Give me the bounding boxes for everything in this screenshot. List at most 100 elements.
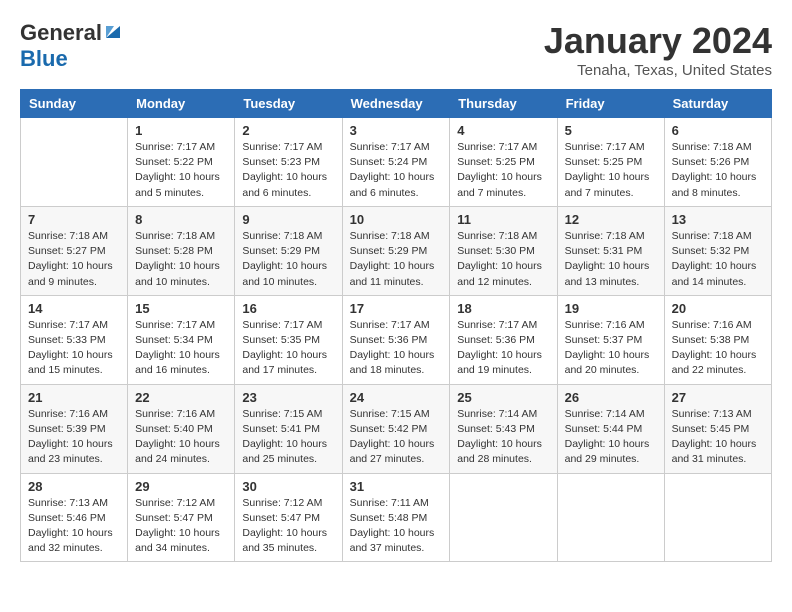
weekday-header-cell: Tuesday	[235, 90, 342, 118]
calendar-day-cell: 24Sunrise: 7:15 AM Sunset: 5:42 PM Dayli…	[342, 384, 450, 473]
day-info: Sunrise: 7:17 AM Sunset: 5:23 PM Dayligh…	[242, 140, 334, 201]
weekday-header-cell: Monday	[128, 90, 235, 118]
calendar-day-cell: 30 Sunrise: 7:12 AM Sunset: 5:47 PM Dayli…	[235, 473, 342, 562]
calendar-day-cell: 10 Sunrise: 7:18 AM Sunset: 5:29 PM Dayli…	[342, 206, 450, 295]
day-info: Sunrise: 7:18 AM Sunset: 5:28 PM Dayligh…	[135, 229, 227, 290]
calendar-day-cell: 1Sunrise: 7:17 AM Sunset: 5:22 PM Daylig…	[128, 118, 235, 207]
day-info: Sunrise: 7:16 AM Sunset: 5:38 PM Dayligh…	[672, 318, 764, 379]
day-number: 8	[135, 212, 227, 227]
calendar-day-cell: 9Sunrise: 7:18 AM Sunset: 5:29 PM Daylig…	[235, 206, 342, 295]
calendar-week-row: 14 Sunrise: 7:17 AM Sunset: 5:33 PM Dayli…	[21, 295, 772, 384]
day-number: 14	[28, 301, 120, 316]
location-title: Tenaha, Texas, United States	[544, 62, 772, 79]
day-number: 20	[672, 301, 764, 316]
weekday-header-row: SundayMondayTuesdayWednesdayThursdayFrid…	[21, 90, 772, 118]
day-number: 25	[457, 390, 549, 405]
day-info: Sunrise: 7:18 AM Sunset: 5:29 PM Dayligh…	[350, 229, 443, 290]
weekday-header-cell: Thursday	[450, 90, 557, 118]
day-number: 26	[565, 390, 657, 405]
day-number: 11	[457, 212, 549, 227]
day-number: 18	[457, 301, 549, 316]
calendar-day-cell: 19Sunrise: 7:16 AM Sunset: 5:37 PM Dayli…	[557, 295, 664, 384]
day-info: Sunrise: 7:17 AM Sunset: 5:35 PM Dayligh…	[242, 318, 334, 379]
calendar-week-row: 7Sunrise: 7:18 AM Sunset: 5:27 PM Daylig…	[21, 206, 772, 295]
calendar-table: SundayMondayTuesdayWednesdayThursdayFrid…	[20, 89, 772, 562]
day-info: Sunrise: 7:18 AM Sunset: 5:26 PM Dayligh…	[672, 140, 764, 201]
day-number: 17	[350, 301, 443, 316]
calendar-day-cell: 31 Sunrise: 7:11 AM Sunset: 5:48 PM Dayli…	[342, 473, 450, 562]
calendar-day-cell: 27 Sunrise: 7:13 AM Sunset: 5:45 PM Dayli…	[664, 384, 771, 473]
weekday-header-cell: Saturday	[664, 90, 771, 118]
calendar-day-cell: 14 Sunrise: 7:17 AM Sunset: 5:33 PM Dayli…	[21, 295, 128, 384]
calendar-day-cell	[21, 118, 128, 207]
calendar-day-cell: 21Sunrise: 7:16 AM Sunset: 5:39 PM Dayli…	[21, 384, 128, 473]
calendar-day-cell: 11Sunrise: 7:18 AM Sunset: 5:30 PM Dayli…	[450, 206, 557, 295]
calendar-day-cell	[450, 473, 557, 562]
day-info: Sunrise: 7:16 AM Sunset: 5:37 PM Dayligh…	[565, 318, 657, 379]
day-info: Sunrise: 7:17 AM Sunset: 5:34 PM Dayligh…	[135, 318, 227, 379]
calendar-day-cell: 25 Sunrise: 7:14 AM Sunset: 5:43 PM Dayli…	[450, 384, 557, 473]
day-info: Sunrise: 7:16 AM Sunset: 5:39 PM Dayligh…	[28, 407, 120, 468]
day-info: Sunrise: 7:17 AM Sunset: 5:36 PM Dayligh…	[350, 318, 443, 379]
calendar-day-cell	[664, 473, 771, 562]
day-number: 6	[672, 123, 764, 138]
day-number: 22	[135, 390, 227, 405]
day-info: Sunrise: 7:13 AM Sunset: 5:45 PM Dayligh…	[672, 407, 764, 468]
day-number: 4	[457, 123, 549, 138]
day-info: Sunrise: 7:11 AM Sunset: 5:48 PM Dayligh…	[350, 496, 443, 557]
calendar-day-cell: 15 Sunrise: 7:17 AM Sunset: 5:34 PM Dayli…	[128, 295, 235, 384]
logo: General Blue	[20, 20, 122, 72]
day-info: Sunrise: 7:14 AM Sunset: 5:43 PM Dayligh…	[457, 407, 549, 468]
calendar-day-cell: 7Sunrise: 7:18 AM Sunset: 5:27 PM Daylig…	[21, 206, 128, 295]
calendar-day-cell	[557, 473, 664, 562]
calendar-day-cell: 3Sunrise: 7:17 AM Sunset: 5:24 PM Daylig…	[342, 118, 450, 207]
day-number: 23	[242, 390, 334, 405]
calendar-body: 1Sunrise: 7:17 AM Sunset: 5:22 PM Daylig…	[21, 118, 772, 562]
day-info: Sunrise: 7:17 AM Sunset: 5:22 PM Dayligh…	[135, 140, 227, 201]
day-number: 27	[672, 390, 764, 405]
day-number: 5	[565, 123, 657, 138]
weekday-header-cell: Sunday	[21, 90, 128, 118]
month-title: January 2024	[544, 20, 772, 62]
day-info: Sunrise: 7:17 AM Sunset: 5:25 PM Dayligh…	[565, 140, 657, 201]
calendar-day-cell: 23Sunrise: 7:15 AM Sunset: 5:41 PM Dayli…	[235, 384, 342, 473]
day-number: 16	[242, 301, 334, 316]
calendar-week-row: 21Sunrise: 7:16 AM Sunset: 5:39 PM Dayli…	[21, 384, 772, 473]
calendar-day-cell: 20 Sunrise: 7:16 AM Sunset: 5:38 PM Dayli…	[664, 295, 771, 384]
logo-general-text: General	[20, 20, 102, 46]
calendar-day-cell: 2 Sunrise: 7:17 AM Sunset: 5:23 PM Daylig…	[235, 118, 342, 207]
calendar-day-cell: 4 Sunrise: 7:17 AM Sunset: 5:25 PM Daylig…	[450, 118, 557, 207]
calendar-day-cell: 22 Sunrise: 7:16 AM Sunset: 5:40 PM Dayli…	[128, 384, 235, 473]
day-number: 3	[350, 123, 443, 138]
calendar-day-cell: 18Sunrise: 7:17 AM Sunset: 5:36 PM Dayli…	[450, 295, 557, 384]
weekday-header-cell: Wednesday	[342, 90, 450, 118]
logo-blue-text: Blue	[20, 46, 68, 72]
day-info: Sunrise: 7:12 AM Sunset: 5:47 PM Dayligh…	[242, 496, 334, 557]
day-number: 12	[565, 212, 657, 227]
title-area: January 2024 Tenaha, Texas, United State…	[544, 20, 772, 79]
day-info: Sunrise: 7:18 AM Sunset: 5:27 PM Dayligh…	[28, 229, 120, 290]
day-number: 9	[242, 212, 334, 227]
calendar-week-row: 1Sunrise: 7:17 AM Sunset: 5:22 PM Daylig…	[21, 118, 772, 207]
calendar-day-cell: 16 Sunrise: 7:17 AM Sunset: 5:35 PM Dayli…	[235, 295, 342, 384]
weekday-header-cell: Friday	[557, 90, 664, 118]
day-info: Sunrise: 7:18 AM Sunset: 5:32 PM Dayligh…	[672, 229, 764, 290]
day-info: Sunrise: 7:17 AM Sunset: 5:33 PM Dayligh…	[28, 318, 120, 379]
day-number: 31	[350, 479, 443, 494]
page-header: General Blue January 2024 Tenaha, Texas,…	[20, 20, 772, 79]
day-number: 15	[135, 301, 227, 316]
calendar-day-cell: 12 Sunrise: 7:18 AM Sunset: 5:31 PM Dayli…	[557, 206, 664, 295]
day-info: Sunrise: 7:16 AM Sunset: 5:40 PM Dayligh…	[135, 407, 227, 468]
logo-icon	[104, 22, 122, 40]
calendar-day-cell: 5 Sunrise: 7:17 AM Sunset: 5:25 PM Daylig…	[557, 118, 664, 207]
day-number: 2	[242, 123, 334, 138]
day-number: 10	[350, 212, 443, 227]
day-number: 29	[135, 479, 227, 494]
day-number: 30	[242, 479, 334, 494]
calendar-day-cell: 6 Sunrise: 7:18 AM Sunset: 5:26 PM Daylig…	[664, 118, 771, 207]
day-info: Sunrise: 7:14 AM Sunset: 5:44 PM Dayligh…	[565, 407, 657, 468]
day-info: Sunrise: 7:15 AM Sunset: 5:42 PM Dayligh…	[350, 407, 443, 468]
calendar-week-row: 28Sunrise: 7:13 AM Sunset: 5:46 PM Dayli…	[21, 473, 772, 562]
day-info: Sunrise: 7:18 AM Sunset: 5:31 PM Dayligh…	[565, 229, 657, 290]
day-info: Sunrise: 7:17 AM Sunset: 5:25 PM Dayligh…	[457, 140, 549, 201]
